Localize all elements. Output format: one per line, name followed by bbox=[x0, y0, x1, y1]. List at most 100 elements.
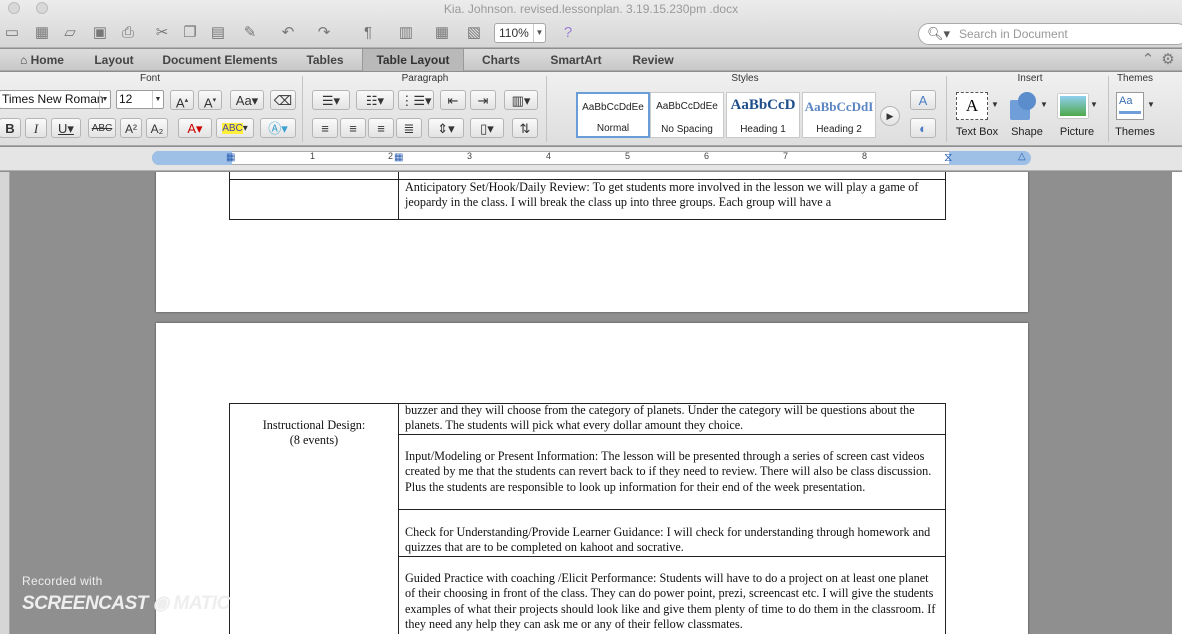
increase-indent-button[interactable]: ⇥ bbox=[470, 90, 496, 110]
font-color-button[interactable]: A▾ bbox=[178, 118, 212, 138]
font-group-label: Font bbox=[139, 73, 160, 84]
document-canvas[interactable]: Anticipatory Set/Hook/Daily Review: To g… bbox=[11, 172, 1172, 634]
line-spacing-button[interactable]: ⇕▾ bbox=[428, 118, 464, 138]
ribbon-tabs: ⌂ Home Layout Document Elements Tables T… bbox=[0, 49, 1182, 71]
save-icon[interactable]: ▣ bbox=[88, 22, 112, 44]
picture-icon[interactable] bbox=[1058, 94, 1088, 118]
style-normal[interactable]: AaBbCcDdEe Normal bbox=[576, 92, 650, 138]
text-box-icon[interactable]: A bbox=[956, 92, 988, 120]
window-title: Kia. Johnson. revised.lessonplan. 3.19.1… bbox=[443, 2, 739, 16]
cut-icon[interactable]: ✂ bbox=[150, 22, 174, 44]
standard-toolbar: Kia. Johnson. revised.lessonplan. 3.19.1… bbox=[0, 0, 1182, 48]
ruler-track bbox=[152, 151, 1031, 165]
clear-formatting-icon[interactable]: ⌫ bbox=[270, 90, 296, 110]
zoom-select[interactable]: 110% ▼ bbox=[494, 23, 546, 43]
table-cell-check-understanding[interactable]: Check for Understanding/Provide Learner … bbox=[405, 525, 941, 556]
italic-button[interactable]: I bbox=[25, 118, 47, 138]
copy-icon[interactable]: ❐ bbox=[178, 22, 202, 44]
table-cell-input-modeling[interactable]: Input/Modeling or Present Information: T… bbox=[405, 449, 933, 495]
paragraph-group-label: Paragraph bbox=[401, 73, 449, 84]
shape-label: Shape bbox=[1011, 126, 1043, 138]
themes-icon[interactable]: Aa bbox=[1116, 92, 1144, 120]
minimize-window-button[interactable] bbox=[36, 2, 48, 14]
align-left-button[interactable]: ≡ bbox=[312, 118, 338, 138]
page-2: Instructional Design: (8 events) buzzer … bbox=[156, 323, 1028, 634]
anticipatory-set-text[interactable]: Anticipatory Set/Hook/Daily Review: To g… bbox=[405, 180, 941, 211]
tab-stop-icon[interactable]: △ bbox=[1018, 151, 1026, 162]
gear-icon[interactable]: ⚙ bbox=[1156, 49, 1180, 71]
chevron-down-icon: ▼ bbox=[1090, 100, 1098, 109]
font-name-field[interactable]: Times New Roman ▼ bbox=[0, 90, 111, 109]
bold-button[interactable]: B bbox=[0, 118, 21, 138]
decrease-indent-button[interactable]: ⇤ bbox=[440, 90, 466, 110]
search-placeholder: Search in Document bbox=[959, 27, 1068, 41]
highlight-button[interactable]: ABC▾ bbox=[216, 118, 254, 138]
justify-button[interactable]: ≣ bbox=[396, 118, 422, 138]
horizontal-ruler[interactable]: 1 2 3 4 5 6 7 8 ▦ ▦ ⧖ △ bbox=[0, 147, 1182, 171]
align-center-button[interactable]: ≡ bbox=[340, 118, 366, 138]
column-marker-icon[interactable]: ▦ bbox=[394, 152, 403, 163]
chevron-down-icon: ▼ bbox=[533, 24, 545, 42]
grow-font-button[interactable]: A▴ bbox=[170, 90, 194, 110]
shrink-font-button[interactable]: A▾ bbox=[198, 90, 222, 110]
tab-tables[interactable]: Tables bbox=[296, 49, 354, 71]
insert-group-label: Insert bbox=[1017, 73, 1043, 84]
undo-icon[interactable]: ↶ bbox=[276, 22, 300, 44]
open-folder-icon[interactable]: ▱ bbox=[58, 22, 82, 44]
strikethrough-button[interactable]: ABC bbox=[88, 118, 116, 138]
vertical-ruler bbox=[0, 172, 10, 634]
text-box-label: Text Box bbox=[955, 126, 999, 138]
table-cell-buzzer[interactable]: buzzer and they will choose from the cat… bbox=[405, 403, 941, 434]
home-icon: ⌂ bbox=[20, 53, 31, 67]
chevron-right-icon[interactable]: ▶ bbox=[880, 106, 900, 126]
text-effects-button[interactable]: Ⓐ▾ bbox=[260, 118, 296, 138]
styles-pane-icon[interactable]: A bbox=[910, 90, 936, 110]
borders-button[interactable]: ▯▾ bbox=[470, 118, 504, 138]
close-window-button[interactable] bbox=[8, 2, 20, 14]
multilevel-list-button[interactable]: ⋮☰▾ bbox=[398, 90, 434, 110]
style-no-spacing[interactable]: AaBbCcDdEe No Spacing bbox=[650, 92, 724, 138]
bullets-button[interactable]: ☰▾ bbox=[312, 90, 350, 110]
manage-styles-icon[interactable]: ◐ bbox=[910, 118, 936, 138]
numbering-button[interactable]: ☷▾ bbox=[356, 90, 394, 110]
sidebar-toggle-icon[interactable]: ▥ bbox=[394, 22, 418, 44]
tab-document-elements[interactable]: Document Elements bbox=[152, 49, 288, 71]
sort-button[interactable]: ⇅ bbox=[512, 118, 538, 138]
superscript-button[interactable]: A² bbox=[120, 118, 142, 138]
tab-table-layout[interactable]: Table Layout bbox=[362, 49, 464, 71]
paste-icon[interactable]: ▤ bbox=[206, 22, 230, 44]
style-heading-1[interactable]: AaBbCcD Heading 1 bbox=[726, 92, 800, 138]
search-field[interactable]: 🔍︎▾ Search in Document bbox=[918, 23, 1182, 45]
columns-button[interactable]: ▥▾ bbox=[504, 90, 538, 110]
themes-group-label: Themes bbox=[1116, 73, 1154, 84]
subscript-button[interactable]: A₂ bbox=[146, 118, 168, 138]
pilcrow-icon[interactable]: ¶ bbox=[356, 22, 380, 44]
style-heading-2[interactable]: AaBbCcDdI Heading 2 bbox=[802, 92, 876, 138]
right-margin bbox=[1172, 172, 1182, 634]
change-case-button[interactable]: Aa▾ bbox=[230, 90, 264, 110]
chevron-down-icon: ▼ bbox=[152, 91, 163, 108]
font-size-field[interactable]: 12 ▼ bbox=[116, 90, 164, 109]
tab-review[interactable]: Review bbox=[622, 49, 684, 71]
table-cell-guided-practice[interactable]: Guided Practice with coaching /Elicit Pe… bbox=[405, 571, 941, 633]
column-marker-icon[interactable]: ▦ bbox=[226, 152, 235, 163]
zoom-value: 110% bbox=[499, 26, 529, 40]
help-icon[interactable]: ? bbox=[556, 22, 580, 44]
redo-icon[interactable]: ↷ bbox=[312, 22, 336, 44]
tab-smartart[interactable]: SmartArt bbox=[538, 49, 614, 71]
align-right-button[interactable]: ≡ bbox=[368, 118, 394, 138]
print-icon[interactable]: ⎙ bbox=[116, 22, 140, 44]
tab-charts[interactable]: Charts bbox=[472, 49, 530, 71]
new-document-icon[interactable]: ▭ bbox=[0, 22, 24, 44]
instructional-design-label: Instructional Design: (8 events) bbox=[262, 418, 366, 448]
templates-icon[interactable]: ▦ bbox=[30, 22, 54, 44]
tab-home[interactable]: ⌂ Home bbox=[10, 49, 74, 71]
toolbox-icon[interactable]: ▧ bbox=[462, 22, 486, 44]
right-indent-marker-icon[interactable]: ⧖ bbox=[944, 150, 952, 165]
underline-button[interactable]: U▾ bbox=[51, 118, 81, 138]
shape-icon[interactable] bbox=[1010, 92, 1038, 120]
gallery-icon[interactable]: ▦ bbox=[430, 22, 454, 44]
tab-layout[interactable]: Layout bbox=[84, 49, 144, 71]
page-1: Anticipatory Set/Hook/Daily Review: To g… bbox=[156, 172, 1028, 312]
format-painter-icon[interactable]: ✎ bbox=[238, 22, 262, 44]
